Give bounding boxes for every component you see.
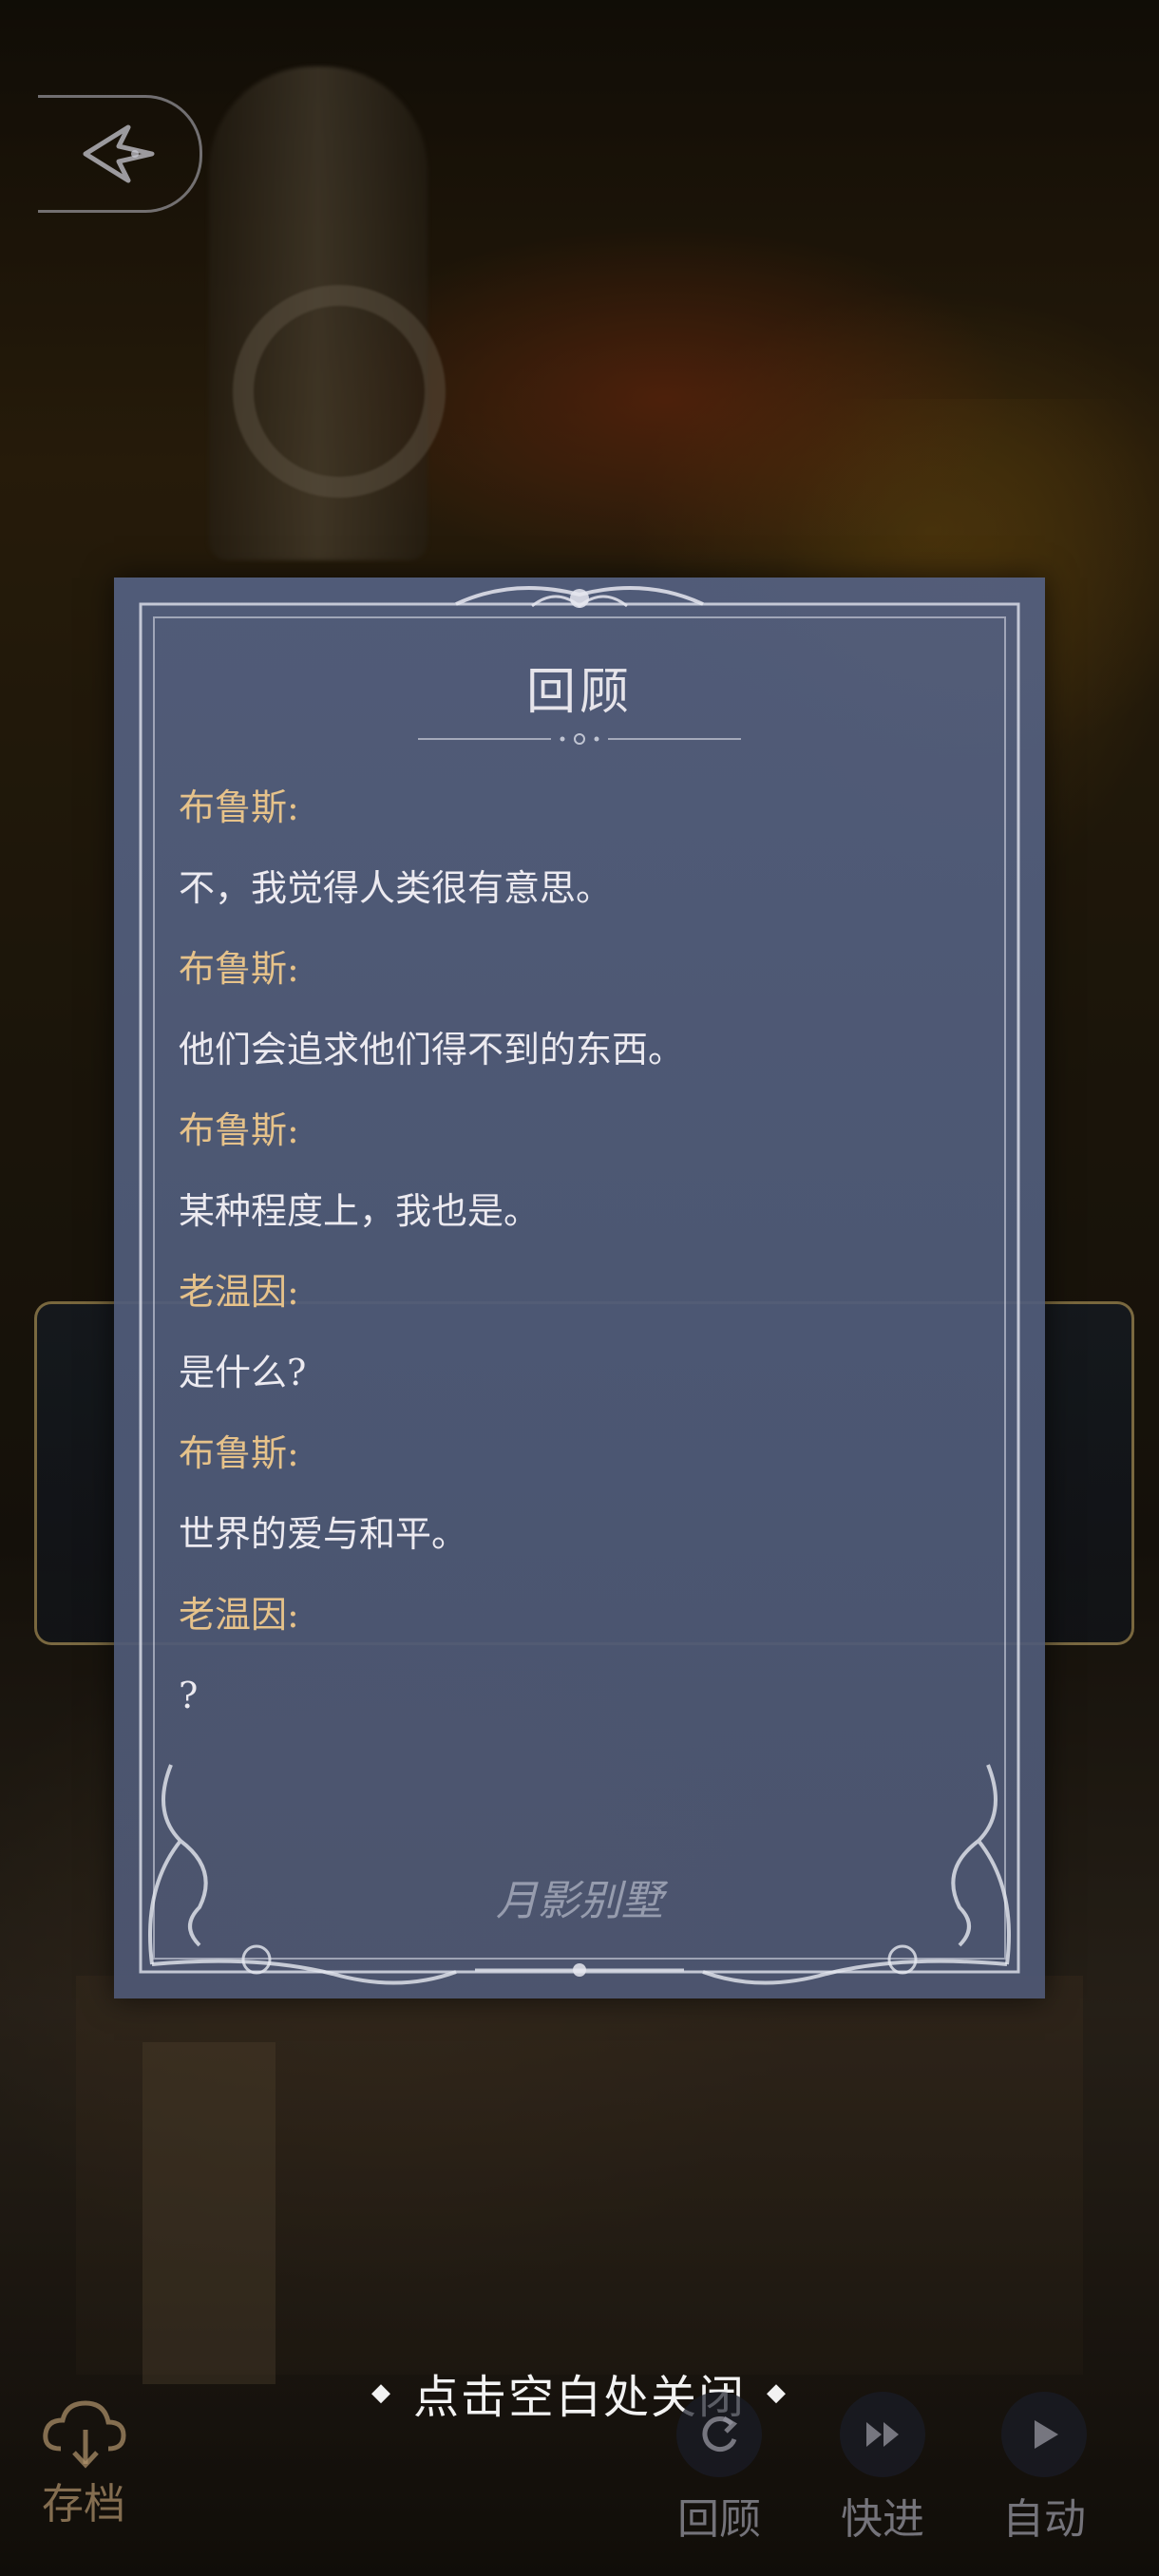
dialogue-line: 某种程度上，我也是。 [179, 1190, 541, 1232]
review-icon [676, 2392, 762, 2477]
play-icon [1001, 2392, 1087, 2477]
log-entry: 布鲁斯: 他们会追求他们得不到的东西。 [179, 929, 977, 1090]
game-screen[interactable]: 回顾 布鲁斯: 不，我觉得人类很有意思。 布鲁斯: 他们会追求他们得不到的东西。… [0, 0, 1159, 2576]
speaker-name: 布鲁斯: [179, 1109, 299, 1151]
speaker-name: 布鲁斯: [179, 786, 299, 828]
auto-button[interactable]: 自动 [1001, 2392, 1087, 2546]
speaker-name: 布鲁斯: [179, 1432, 299, 1474]
dialogue-line: ? [179, 1675, 199, 1716]
log-entry: 老温因: 是什么? [179, 1252, 977, 1413]
dialogue-line: 世界的爱与和平。 [179, 1513, 468, 1555]
cloud-download-icon [43, 2400, 126, 2469]
back-arrow-icon [83, 124, 155, 183]
title-divider [418, 733, 741, 745]
svg-text:月影别墅: 月影别墅 [496, 1877, 669, 1925]
dialogue-line: 是什么? [179, 1352, 307, 1393]
speaker-name: 老温因: [179, 1594, 299, 1636]
fast-forward-label: 快进 [841, 2495, 924, 2544]
dialogue-line: 他们会追求他们得不到的东西。 [179, 1029, 685, 1070]
speaker-name: 布鲁斯: [179, 948, 299, 990]
back-button[interactable] [38, 95, 202, 213]
close-hint[interactable]: ◆ 点击空白处关闭 ◆ [0, 2359, 1159, 2426]
save-label: 存档 [42, 2480, 125, 2529]
diamond-icon: ◆ [370, 2378, 392, 2407]
fast-forward-button[interactable]: 快进 [840, 2392, 925, 2546]
log-entry: 布鲁斯: 不，我觉得人类很有意思。 [179, 767, 977, 929]
backlog-panel: 回顾 布鲁斯: 不，我觉得人类很有意思。 布鲁斯: 他们会追求他们得不到的东西。… [114, 578, 1045, 1998]
dialogue-log-list[interactable]: 布鲁斯: 不，我觉得人类很有意思。 布鲁斯: 他们会追求他们得不到的东西。 布鲁… [179, 767, 977, 1736]
log-entry: 布鲁斯: 某种程度上，我也是。 [179, 1090, 977, 1252]
log-entry: 老温因: ? [179, 1575, 977, 1736]
diamond-icon: ◆ [767, 2378, 788, 2407]
review-button[interactable]: 回顾 [676, 2392, 762, 2546]
dialogue-line: 不，我觉得人类很有意思。 [179, 867, 613, 909]
fast-forward-icon [840, 2392, 925, 2477]
game-logo: 月影别墅 [496, 1877, 669, 1925]
speaker-name: 老温因: [179, 1271, 299, 1313]
auto-label: 自动 [1002, 2495, 1086, 2544]
save-button[interactable]: 存档 [38, 2394, 129, 2530]
panel-title: 回顾 [525, 664, 633, 721]
log-entry: 布鲁斯: 世界的爱与和平。 [179, 1413, 977, 1575]
review-label: 回顾 [677, 2495, 761, 2544]
